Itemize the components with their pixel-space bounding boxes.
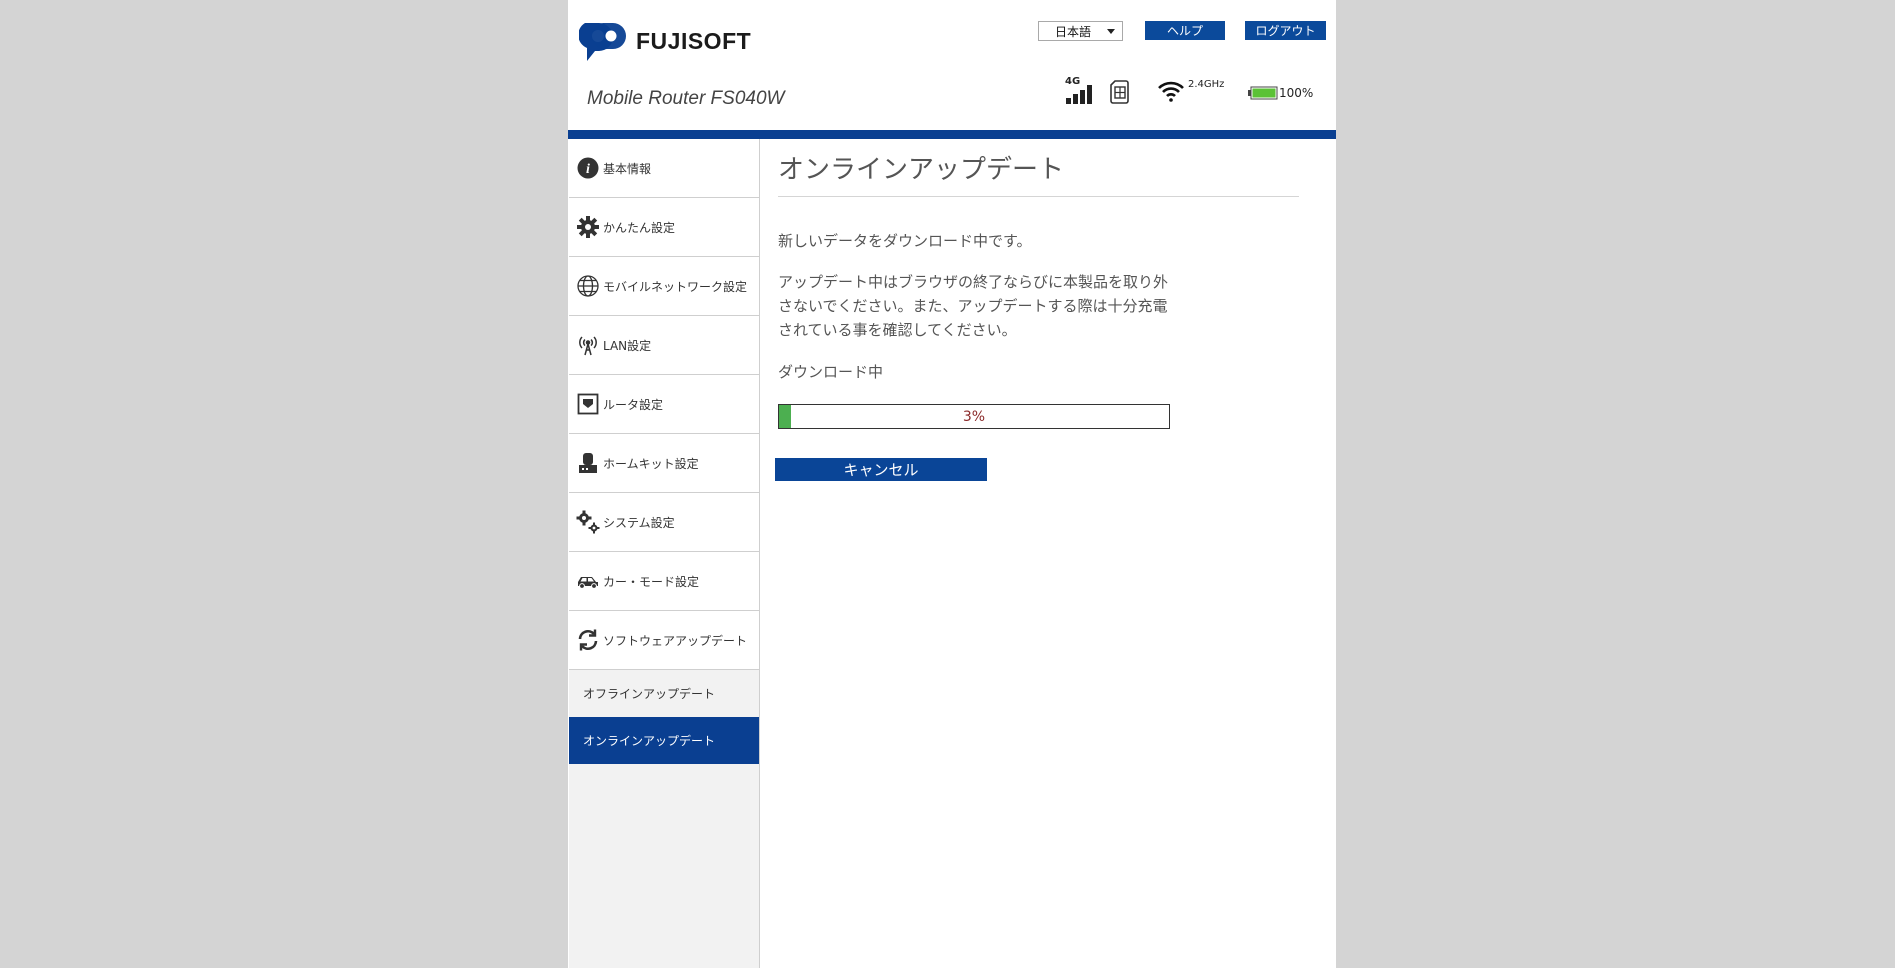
sidebar-subitem-offline-update[interactable]: オフラインアップデート <box>569 670 759 717</box>
battery-label: 100% <box>1279 86 1314 100</box>
sidebar-item-basic-info[interactable]: i 基本情報 <box>569 139 759 198</box>
antenna-icon <box>576 333 600 357</box>
language-selected-value: 日本語 <box>1055 24 1092 39</box>
sidebar-subitem-online-update[interactable]: オンラインアップデート <box>569 717 759 764</box>
gear-icon <box>576 215 600 239</box>
download-progress-bar: 3% <box>778 404 1170 429</box>
sidebar-item-router[interactable]: ルータ設定 <box>569 375 759 434</box>
main-content: オンラインアップデート 新しいデータをダウンロード中です。 アップデート中はブラ… <box>759 139 1336 968</box>
refresh-icon <box>576 628 600 652</box>
router-icon <box>576 392 600 416</box>
wifi-band-label: 2.4GHz <box>1188 79 1225 90</box>
battery-icon <box>1248 86 1278 100</box>
sidebar-item-system[interactable]: システム設定 <box>569 493 759 552</box>
warning-message: アップデート中はブラウザの終了ならびに本製品を取り外さないでください。また、アッ… <box>778 273 1169 339</box>
sidebar-item-label: 基本情報 <box>603 161 652 176</box>
language-select[interactable]: 日本語 <box>1038 21 1123 41</box>
gears-icon <box>576 510 600 534</box>
info-icon: i <box>576 156 600 180</box>
wifi-icon <box>1158 81 1184 102</box>
sidebar-item-label: システム設定 <box>603 515 675 530</box>
cancel-button[interactable]: キャンセル <box>775 458 987 481</box>
sidebar-item-label: ルータ設定 <box>603 397 664 412</box>
sidebar-item-label: モバイルネットワーク設定 <box>603 279 748 294</box>
sidebar-item-mobile-network[interactable]: モバイルネットワーク設定 <box>569 257 759 316</box>
sidebar-item-label: ホームキット設定 <box>603 456 699 471</box>
sidebar-item-lan[interactable]: LAN設定 <box>569 316 759 375</box>
page: FUJISOFT Mobile Router FS040W 日本語 ヘルプ ログ… <box>568 0 1336 968</box>
logout-button[interactable]: ログアウト <box>1245 21 1326 40</box>
svg-text:i: i <box>586 162 590 177</box>
sidebar-item-label: カー・モード設定 <box>603 574 700 589</box>
chevron-down-icon <box>1107 29 1115 34</box>
signal-status: 4G <box>1065 76 1097 104</box>
download-message: 新しいデータをダウンロード中です。 <box>778 232 1032 250</box>
sidebar-item-homekit[interactable]: ホームキット設定 <box>569 434 759 493</box>
sidebar-item-label: LAN設定 <box>603 338 652 353</box>
sidebar-item-car-mode[interactable]: カー・モード設定 <box>569 552 759 611</box>
fujisoft-logo-icon <box>579 19 627 63</box>
globe-icon <box>576 274 600 298</box>
header-divider <box>568 130 1336 139</box>
logo: FUJISOFT <box>579 19 751 63</box>
progress-text: 3% <box>962 408 986 425</box>
sidebar-item-software-update[interactable]: ソフトウェアアップデート <box>569 611 759 670</box>
car-icon <box>576 569 600 593</box>
homekit-icon <box>576 451 600 475</box>
help-button[interactable]: ヘルプ <box>1145 21 1225 40</box>
model-name: Mobile Router FS040W <box>587 88 785 109</box>
sidebar: i 基本情報 かんたん設定 モバイルネットワーク設定 LAN設定 ルータ設定 ホ… <box>569 139 760 968</box>
download-status: ダウンロード中 <box>778 363 884 381</box>
sidebar-item-label: ソフトウェアアップデート <box>603 633 748 648</box>
page-title: オンラインアップデート <box>778 155 1065 185</box>
header: FUJISOFT Mobile Router FS040W 日本語 ヘルプ ログ… <box>568 0 1336 139</box>
title-divider <box>778 196 1299 197</box>
brand-name: FUJISOFT <box>636 27 752 54</box>
signal-bars-icon <box>1066 85 1092 104</box>
sidebar-item-label: かんたん設定 <box>603 220 676 235</box>
sidebar-item-easy-setup[interactable]: かんたん設定 <box>569 198 759 257</box>
sim-card-icon <box>1110 80 1129 104</box>
